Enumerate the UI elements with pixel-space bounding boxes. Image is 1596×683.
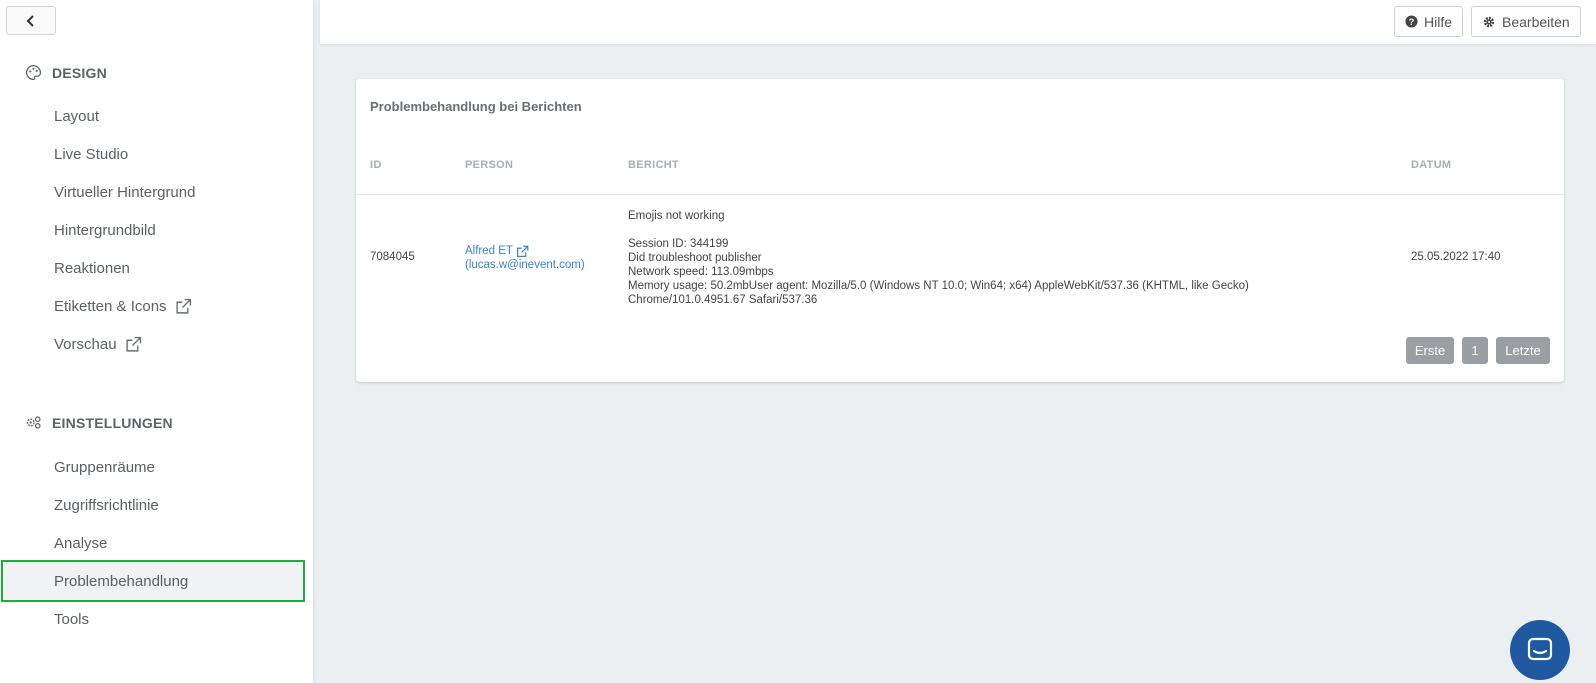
sidebar-item-reactions[interactable]: Reaktionen [54, 258, 130, 278]
sidebar-item-virtual-background[interactable]: Virtueller Hintergrund [54, 182, 195, 202]
pagination-page-button[interactable]: 1 [1462, 337, 1488, 364]
row-person: Alfred ET (lucas.w@inevent.com) [465, 244, 585, 272]
card-title: Problembehandlung bei Berichten [370, 99, 582, 114]
report-line: Session ID: 344199 [628, 238, 729, 250]
report-line: Network speed: 113.09mbps [628, 266, 774, 278]
chat-icon [1527, 637, 1553, 661]
sidebar-item-live-studio[interactable]: Live Studio [54, 144, 128, 164]
table-header-divider [356, 194, 1564, 195]
report-line: Chrome/101.0.4951.67 Safari/537.36 [628, 294, 818, 306]
help-button[interactable]: ? Hilfe [1394, 6, 1464, 37]
sidebar-item-label: Layout [54, 107, 100, 125]
sidebar-item-analysis[interactable]: Analyse [54, 533, 107, 553]
sidebar-item-label: Zugriffsrichtlinie [54, 496, 159, 514]
sidebar-item-label: Gruppenräume [54, 458, 155, 476]
sidebar-item-preview[interactable]: Vorschau [54, 334, 142, 354]
gear-icon [1483, 16, 1495, 27]
troubleshooting-card: Problembehandlung bei Berichten ID PERSO… [356, 79, 1564, 382]
row-report: Emojis not working Session ID: 344199 Di… [628, 209, 1328, 307]
help-label: Hilfe [1424, 13, 1453, 30]
sidebar-item-label: Etiketten & Icons [54, 297, 167, 315]
question-circle-icon: ? [1405, 15, 1418, 28]
external-link-icon [175, 298, 191, 314]
sidebar-item-label: Vorschau [54, 335, 117, 353]
column-header-id[interactable]: ID [370, 159, 382, 171]
sidebar: DESIGN Layout Live Studio Virtueller Hin… [0, 0, 313, 683]
edit-label: Bearbeiten [1502, 13, 1570, 30]
section-settings-title: EINSTELLUNGEN [52, 414, 173, 431]
section-design-title: DESIGN [52, 64, 107, 81]
row-id: 7084045 [370, 251, 415, 263]
palette-icon [25, 64, 42, 81]
section-design: DESIGN [25, 64, 107, 81]
sidebar-item-tools[interactable]: Tools [54, 609, 89, 629]
chat-launcher-button[interactable] [1510, 620, 1570, 680]
sidebar-item-labels-icons[interactable]: Etiketten & Icons [54, 296, 192, 316]
svg-text:?: ? [1409, 17, 1415, 27]
external-link-icon [125, 336, 141, 352]
column-header-date[interactable]: DATUM [1411, 159, 1451, 171]
pagination-first-button[interactable]: Erste [1406, 337, 1454, 364]
column-header-report[interactable]: BERICHT [628, 159, 679, 171]
sidebar-item-troubleshooting[interactable]: Problembehandlung [54, 571, 188, 591]
sidebar-item-label: Hintergrundbild [54, 221, 156, 239]
sidebar-item-access-policy[interactable]: Zugriffsrichtlinie [54, 495, 159, 515]
gears-icon [26, 416, 41, 429]
sidebar-item-layout[interactable]: Layout [54, 106, 99, 126]
sidebar-item-label: Problembehandlung [54, 572, 189, 590]
person-email: (lucas.w@inevent.com) [465, 259, 585, 271]
back-button[interactable] [6, 6, 56, 35]
report-line [628, 223, 1328, 237]
sidebar-item-label: Tools [54, 610, 90, 628]
top-bar: ? Hilfe Bearbeiten [320, 0, 1596, 44]
column-header-person[interactable]: PERSON [465, 159, 513, 171]
sidebar-item-label: Virtueller Hintergrund [54, 183, 196, 201]
sidebar-item-background-image[interactable]: Hintergrundbild [54, 220, 156, 240]
report-line: Emojis not working [628, 210, 725, 222]
sidebar-item-label: Reaktionen [54, 259, 130, 277]
report-line: Memory usage: 50.2mbUser agent: Mozilla/… [628, 280, 1249, 292]
pagination-last-button[interactable]: Letzte [1496, 337, 1550, 364]
sidebar-item-label: Live Studio [54, 145, 129, 163]
chevron-left-icon [26, 14, 34, 27]
sidebar-item-group-rooms[interactable]: Gruppenräume [54, 457, 155, 477]
external-link-icon[interactable] [516, 245, 529, 258]
edit-button[interactable]: Bearbeiten [1471, 6, 1581, 37]
person-name-link[interactable]: Alfred ET [465, 244, 513, 258]
section-settings: EINSTELLUNGEN [25, 414, 173, 431]
sidebar-item-label: Analyse [54, 534, 108, 552]
report-line: Did troubleshoot publisher [628, 252, 762, 264]
row-date: 25.05.2022 17:40 [1411, 251, 1501, 263]
